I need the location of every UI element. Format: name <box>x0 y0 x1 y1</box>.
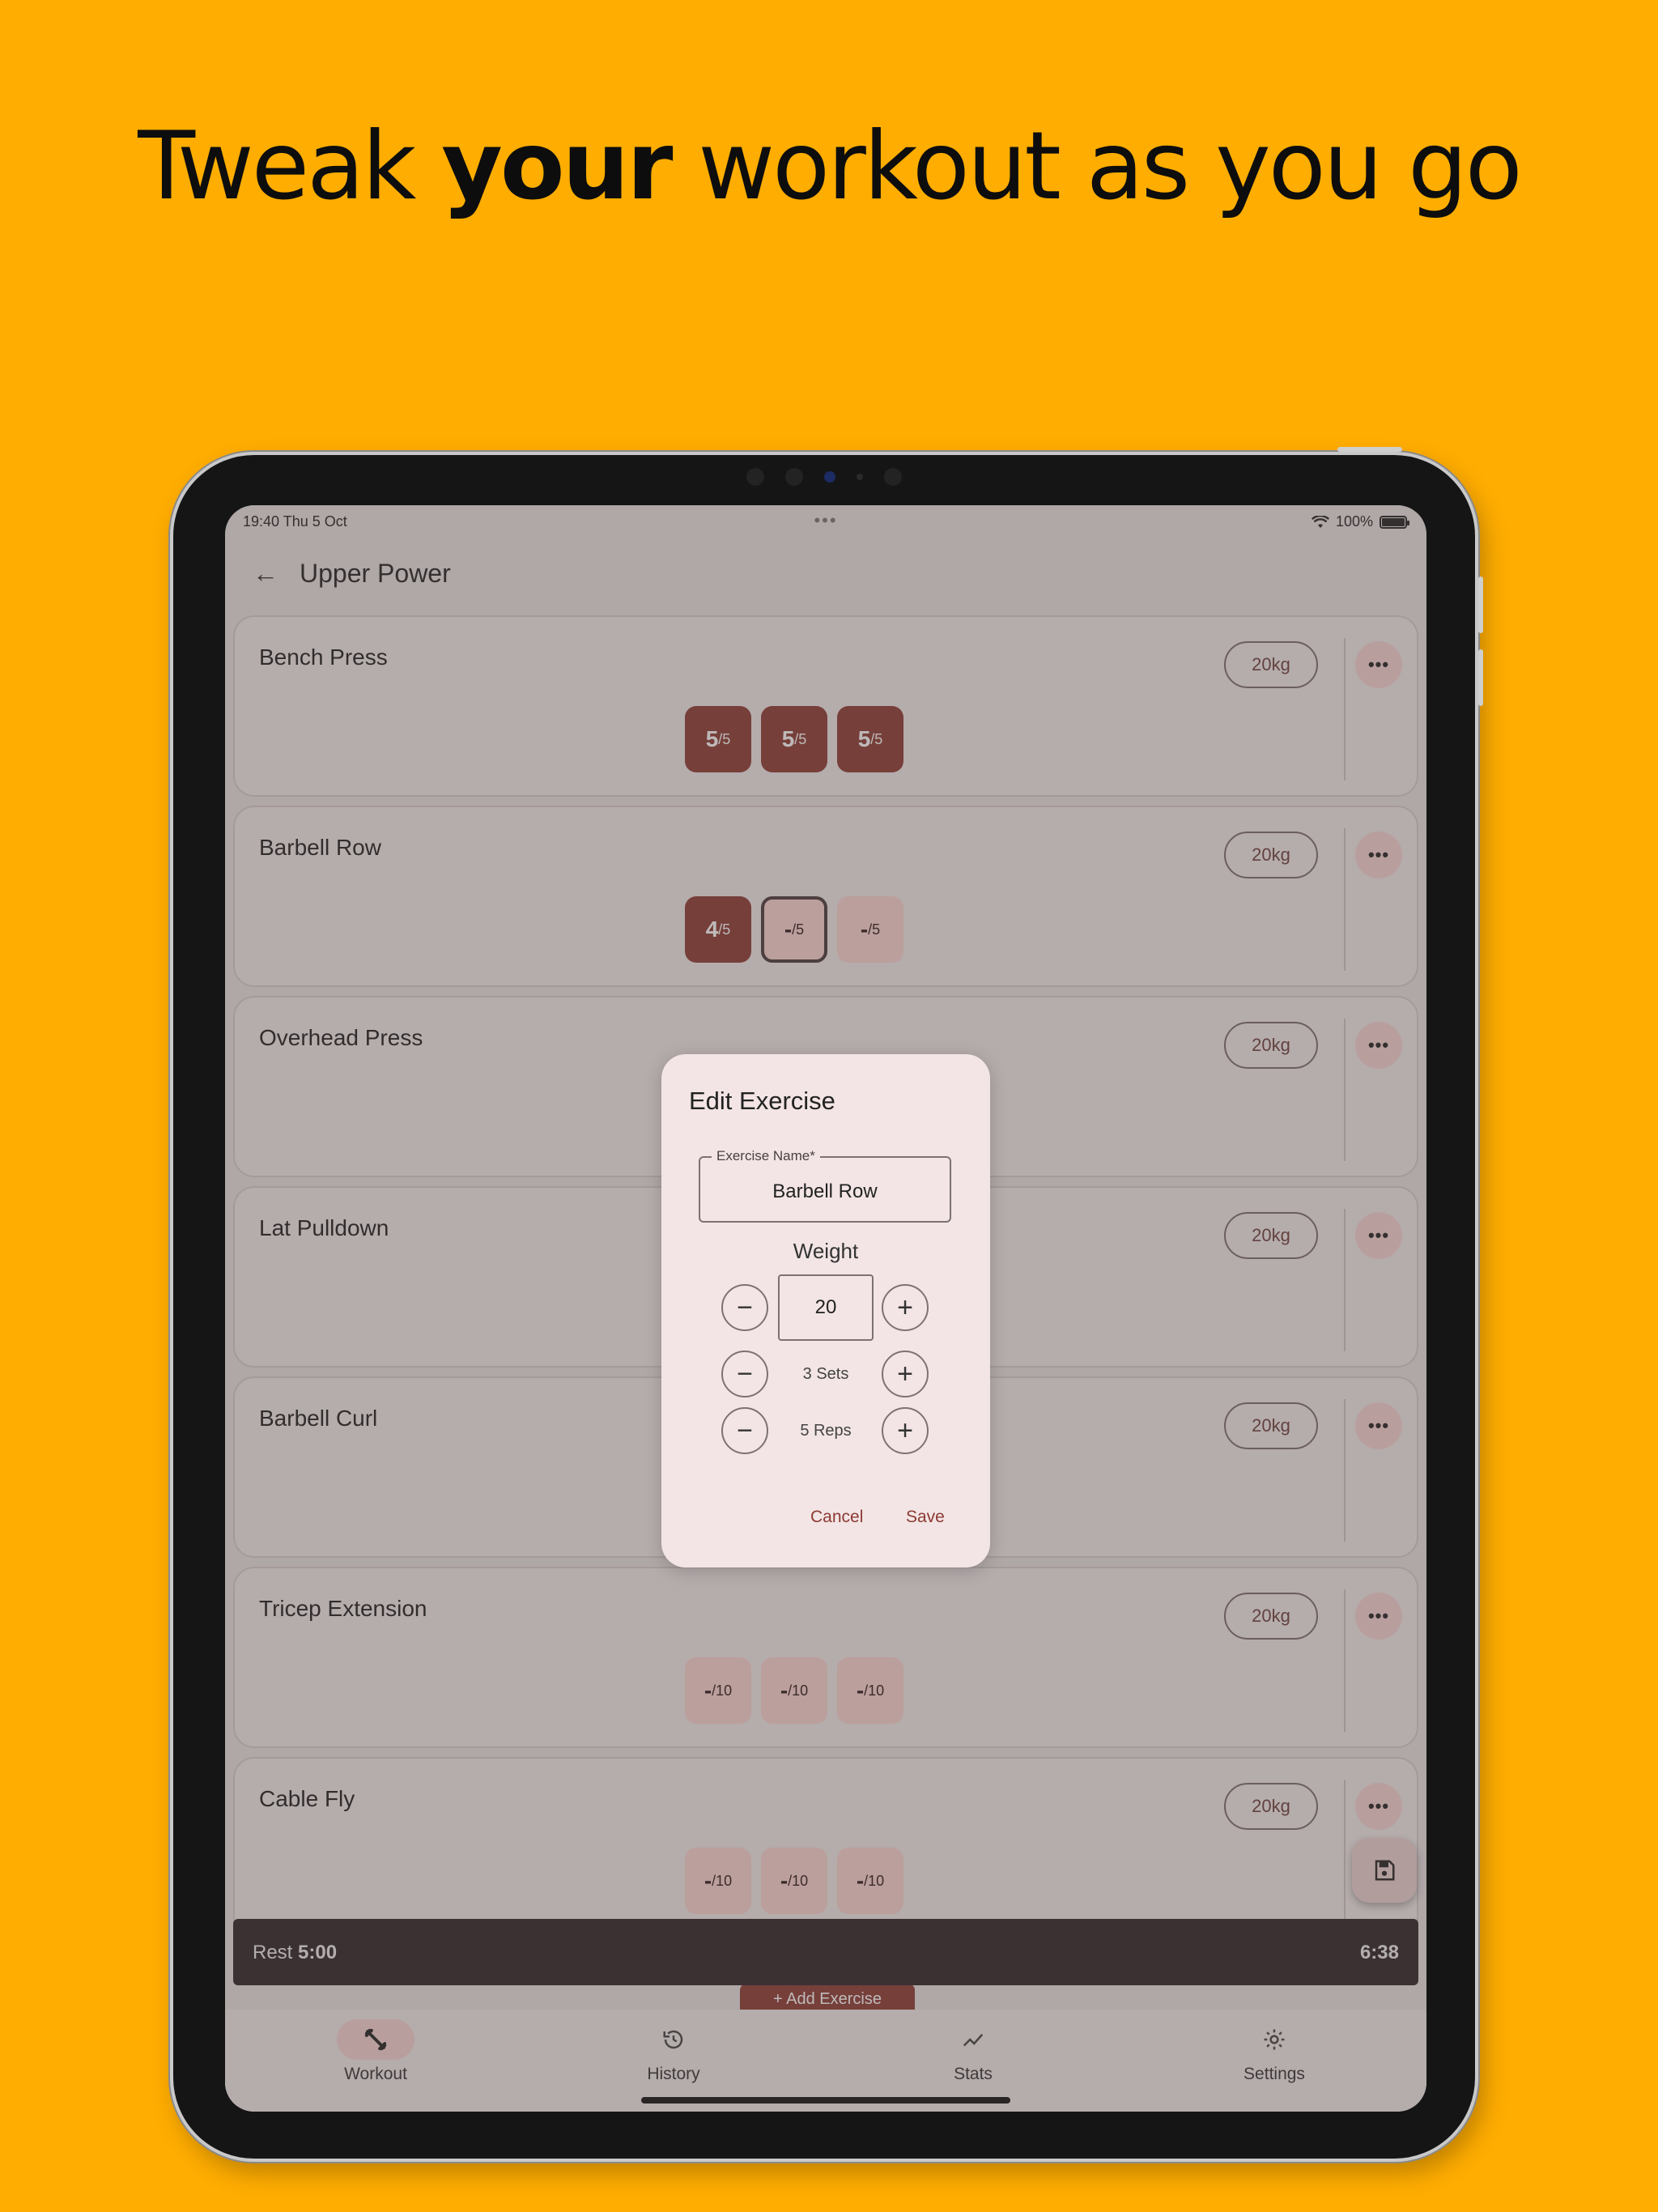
exercise-name-field[interactable]: Exercise Name* Barbell Row <box>699 1148 951 1223</box>
volume-button <box>1478 576 1483 633</box>
weight-increase-button[interactable]: + <box>882 1284 929 1331</box>
headline-post: workout as you go <box>670 112 1522 221</box>
dialog-title: Edit Exercise <box>689 1087 835 1115</box>
sets-increase-button[interactable]: + <box>882 1351 929 1397</box>
exercise-name-value[interactable]: Barbell Row <box>700 1180 950 1203</box>
headline: Tweak your workout as you go <box>0 112 1658 221</box>
weight-input[interactable]: 20 <box>778 1274 874 1341</box>
sensor <box>884 468 902 486</box>
sets-count: 3 Sets <box>802 1365 849 1383</box>
camera-bar <box>746 468 902 486</box>
reps-decrease-button[interactable]: − <box>721 1407 768 1454</box>
weight-label: Weight <box>793 1239 859 1263</box>
sensor <box>785 468 803 486</box>
sets-decrease-button[interactable]: − <box>721 1351 768 1397</box>
tablet-device: 19:40 Thu 5 Oct ••• 100% ← Upper Power B… <box>170 447 1483 2162</box>
save-button[interactable]: Save <box>906 1508 945 1527</box>
sensor <box>746 468 764 486</box>
exercise-name-label: Exercise Name* <box>712 1148 820 1164</box>
headline-bold: your <box>441 112 673 221</box>
camera-lens <box>824 471 835 483</box>
reps-count: 5 Reps <box>800 1422 852 1440</box>
sensor <box>857 474 863 480</box>
cancel-button[interactable]: Cancel <box>810 1508 863 1527</box>
volume-button-2 <box>1478 649 1483 706</box>
edit-exercise-dialog: Edit Exercise Exercise Name* Barbell Row… <box>661 1054 990 1568</box>
weight-decrease-button[interactable]: − <box>721 1284 768 1331</box>
app-screen: 19:40 Thu 5 Oct ••• 100% ← Upper Power B… <box>225 505 1426 2112</box>
headline-pre: Tweak <box>138 112 442 221</box>
reps-increase-button[interactable]: + <box>882 1407 929 1454</box>
power-button <box>1337 447 1402 452</box>
